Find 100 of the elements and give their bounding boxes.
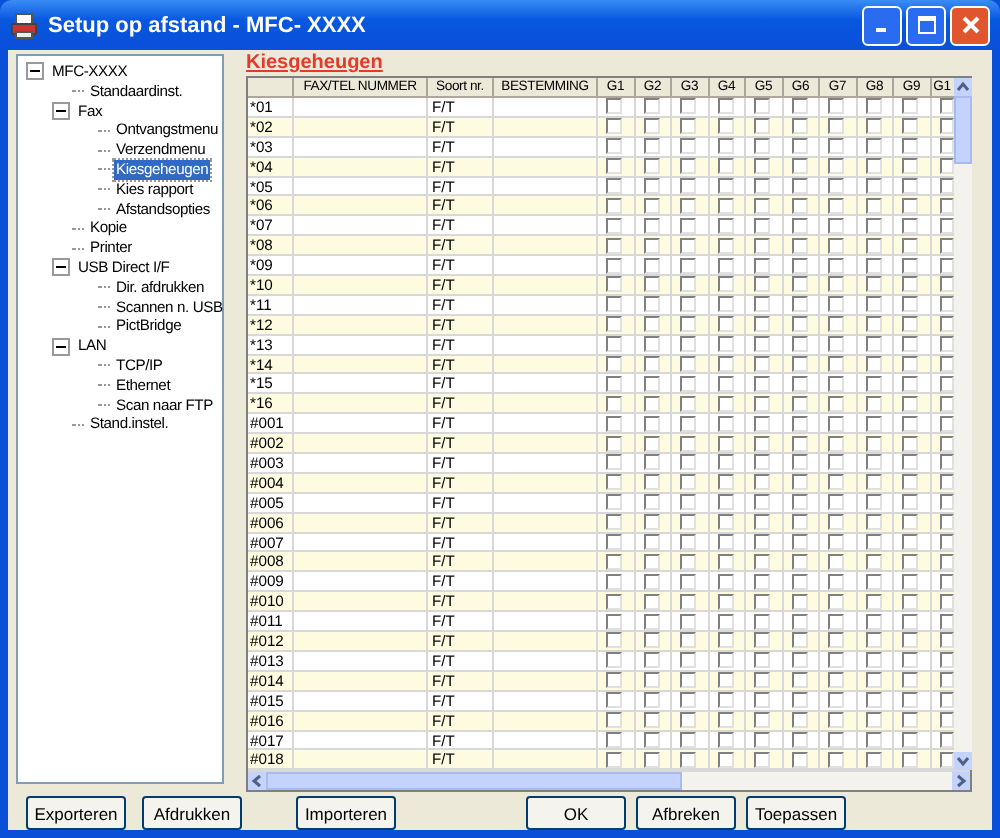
checkbox[interactable] [865,257,881,274]
checkbox[interactable] [606,316,622,333]
checkbox[interactable] [902,751,918,768]
checkbox[interactable] [717,197,733,214]
checkbox[interactable] [828,712,844,729]
table-cell[interactable] [294,552,428,573]
checkbox[interactable] [865,494,881,511]
checkbox[interactable] [754,395,770,412]
checkbox[interactable] [939,494,953,511]
checkbox[interactable] [939,276,953,293]
checkbox[interactable] [680,652,696,669]
table-cell[interactable] [494,473,598,494]
checkbox[interactable] [865,672,881,689]
checkbox[interactable] [939,435,953,452]
checkbox[interactable] [717,751,733,768]
table-cell[interactable] [494,295,598,316]
checkbox[interactable] [791,593,807,610]
checkbox[interactable] [865,553,881,570]
checkbox[interactable] [828,98,844,115]
checkbox[interactable] [717,692,733,709]
checkbox[interactable] [902,395,918,412]
checkbox[interactable] [791,474,807,491]
table-cell[interactable] [294,434,428,455]
checkbox[interactable] [791,197,807,214]
checkbox[interactable] [717,257,733,274]
checkbox[interactable] [717,553,733,570]
checkbox[interactable] [828,336,844,353]
checkbox[interactable] [828,632,844,649]
checkbox[interactable] [902,553,918,570]
checkbox[interactable] [606,712,622,729]
checkbox[interactable] [939,415,953,432]
checkbox[interactable] [939,613,953,630]
scroll-left-icon[interactable] [248,772,266,791]
checkbox[interactable] [717,375,733,392]
checkbox[interactable] [828,494,844,511]
checkbox[interactable] [939,197,953,214]
checkbox[interactable] [865,751,881,768]
checkbox[interactable] [828,356,844,373]
table-cell[interactable] [294,157,428,178]
checkbox[interactable] [717,395,733,412]
checkbox[interactable] [902,652,918,669]
checkbox[interactable] [865,593,881,610]
checkbox[interactable] [643,454,659,471]
checkbox[interactable] [828,217,844,234]
checkbox[interactable] [865,692,881,709]
checkbox[interactable] [939,751,953,768]
checkbox[interactable] [754,276,770,293]
checkbox[interactable] [717,118,733,135]
table-cell[interactable] [494,731,598,751]
collapse-icon[interactable] [52,101,70,120]
checkbox[interactable] [865,415,881,432]
checkbox[interactable] [939,217,953,234]
checkbox[interactable] [717,652,733,669]
checkbox[interactable] [828,553,844,570]
checkbox[interactable] [939,672,953,689]
checkbox[interactable] [939,336,953,353]
checkbox[interactable] [902,712,918,729]
checkbox[interactable] [754,237,770,254]
checkbox[interactable] [754,197,770,214]
checkbox[interactable] [680,553,696,570]
checkbox[interactable] [717,237,733,254]
checkbox[interactable] [754,98,770,115]
checkbox[interactable] [680,692,696,709]
checkbox[interactable] [791,336,807,353]
checkbox[interactable] [828,375,844,392]
checkbox[interactable] [939,98,953,115]
checkbox[interactable] [754,553,770,570]
checkbox[interactable] [791,435,807,452]
table-cell[interactable] [494,454,598,474]
checkbox[interactable] [606,237,622,254]
checkbox[interactable] [865,375,881,392]
checkbox[interactable] [754,632,770,649]
checkbox[interactable] [865,296,881,313]
checkbox[interactable] [791,296,807,313]
checkbox[interactable] [643,435,659,452]
checkbox[interactable] [643,534,659,551]
checkbox[interactable] [939,652,953,669]
table-cell[interactable] [294,98,428,118]
table-cell[interactable] [494,394,598,415]
checkbox[interactable] [791,672,807,689]
checkbox[interactable] [606,514,622,531]
table-cell[interactable] [494,750,598,771]
checkbox[interactable] [754,454,770,471]
checkbox[interactable] [717,514,733,531]
checkbox[interactable] [902,632,918,649]
checkbox[interactable] [680,593,696,610]
checkbox[interactable] [606,652,622,669]
checkbox[interactable] [680,98,696,115]
table-cell[interactable] [494,691,598,712]
checkbox[interactable] [717,415,733,432]
dialog-button[interactable]: Afbreken [636,796,736,830]
checkbox[interactable] [754,751,770,768]
checkbox[interactable] [791,494,807,511]
checkbox[interactable] [717,178,733,194]
checkbox[interactable] [828,158,844,175]
dialog-button[interactable]: OK [526,796,626,830]
checkbox[interactable] [939,395,953,412]
checkbox[interactable] [606,751,622,768]
checkbox[interactable] [939,138,953,155]
checkbox[interactable] [754,257,770,274]
